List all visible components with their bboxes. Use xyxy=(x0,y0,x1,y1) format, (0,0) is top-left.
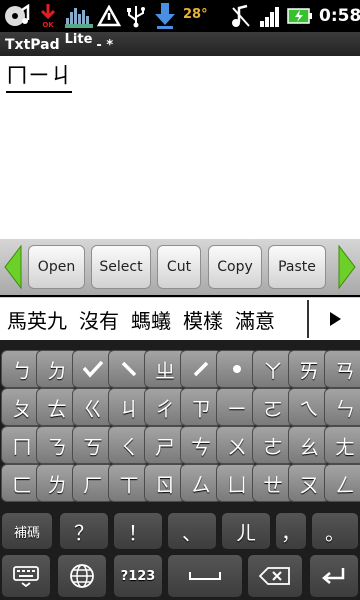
editor-text[interactable]: ㄇㄧㄐ xyxy=(6,64,73,93)
key-exclamation[interactable]: ！ xyxy=(113,512,163,550)
text-editor[interactable]: ㄇㄧㄐ xyxy=(0,56,360,239)
space-key[interactable] xyxy=(167,554,243,598)
app-title: TxtPad Lite - * xyxy=(5,32,114,53)
notification-badge: OK xyxy=(42,20,54,29)
globe-icon xyxy=(70,564,94,588)
key-comma[interactable]: ， xyxy=(275,512,307,550)
equalizer-icon xyxy=(64,3,94,29)
paste-button[interactable]: Paste xyxy=(268,245,326,289)
signal-icon xyxy=(258,3,282,29)
usb-icon xyxy=(124,3,148,29)
key-er[interactable]: ㄦ xyxy=(221,512,271,550)
candidate-bar: 馬英九 沒有 螞蟻 模樣 滿意 xyxy=(0,297,360,340)
supplement-key[interactable]: 補碼 xyxy=(1,512,53,550)
key-period[interactable]: 。 xyxy=(311,512,359,550)
space-icon xyxy=(189,572,221,580)
key-enumeration-comma[interactable]: 、 xyxy=(167,512,217,550)
modified-indicator: - * xyxy=(96,38,114,53)
download-ok-icon: OK xyxy=(36,3,60,29)
enter-key[interactable] xyxy=(309,554,359,598)
keyboard-switch-key[interactable] xyxy=(1,554,51,598)
language-key[interactable] xyxy=(57,554,107,598)
key-ang[interactable]: ㄤ xyxy=(324,426,360,464)
numeric-key[interactable]: ?123 xyxy=(113,554,163,598)
download-icon xyxy=(153,3,177,29)
candidate-divider xyxy=(307,300,309,338)
cut-button[interactable]: Cut xyxy=(157,245,201,289)
copy-button[interactable]: Copy xyxy=(208,245,262,289)
usb-debug-icon xyxy=(96,3,122,29)
tone3-check-icon xyxy=(82,360,104,378)
keyboard-icon xyxy=(13,566,39,587)
neutral-tone-dot-icon xyxy=(233,365,241,373)
temperature-label: 28° xyxy=(183,7,208,22)
app-name: TxtPad xyxy=(5,37,60,53)
tone2-mark-icon xyxy=(193,361,209,377)
backspace-icon xyxy=(259,567,290,585)
open-button[interactable]: Open xyxy=(28,245,85,289)
app-edition: Lite xyxy=(64,32,93,47)
key-question[interactable]: ？ xyxy=(59,512,109,550)
candidate-word[interactable]: 馬英九 xyxy=(7,309,67,333)
no-music-icon xyxy=(230,3,252,29)
key-eng[interactable]: ㄥ xyxy=(324,464,360,502)
clock: 0:58 xyxy=(319,6,360,26)
tone4-mark-icon xyxy=(121,361,137,377)
backspace-key[interactable] xyxy=(247,554,303,598)
triangle-right-icon[interactable] xyxy=(323,307,347,331)
music-icon xyxy=(3,3,31,29)
key-en[interactable]: ㄣ xyxy=(324,388,360,426)
key-an[interactable]: ㄢ xyxy=(324,350,360,388)
scroll-left-arrow-icon[interactable] xyxy=(3,244,23,290)
zhuyin-keyboard: ㄅ ㄉ ㄓ ㄚ ㄞ ㄢ ㄆ ㄊ ㄍ ㄐ ㄔ ㄗ ㄧ ㄛ ㄟ ㄣ ㄇ ㄋ ㄎ ㄑ … xyxy=(0,340,360,600)
battery-charging-icon xyxy=(287,3,313,29)
candidate-word[interactable]: 螞蟻 xyxy=(131,309,171,333)
enter-icon xyxy=(322,568,345,584)
scroll-right-arrow-icon[interactable] xyxy=(337,244,357,290)
select-button[interactable]: Select xyxy=(91,245,151,289)
candidate-word[interactable]: 沒有 xyxy=(79,309,119,333)
title-bar: TxtPad Lite - * xyxy=(0,32,360,56)
candidate-word[interactable]: 模樣 xyxy=(183,309,223,333)
edit-toolbar: Open Select Cut Copy Paste xyxy=(0,239,360,295)
candidate-word[interactable]: 滿意 xyxy=(235,309,275,333)
status-bar: OK 28° 0:58 xyxy=(0,0,360,32)
candidate-list: 馬英九 沒有 螞蟻 模樣 滿意 xyxy=(7,305,305,335)
